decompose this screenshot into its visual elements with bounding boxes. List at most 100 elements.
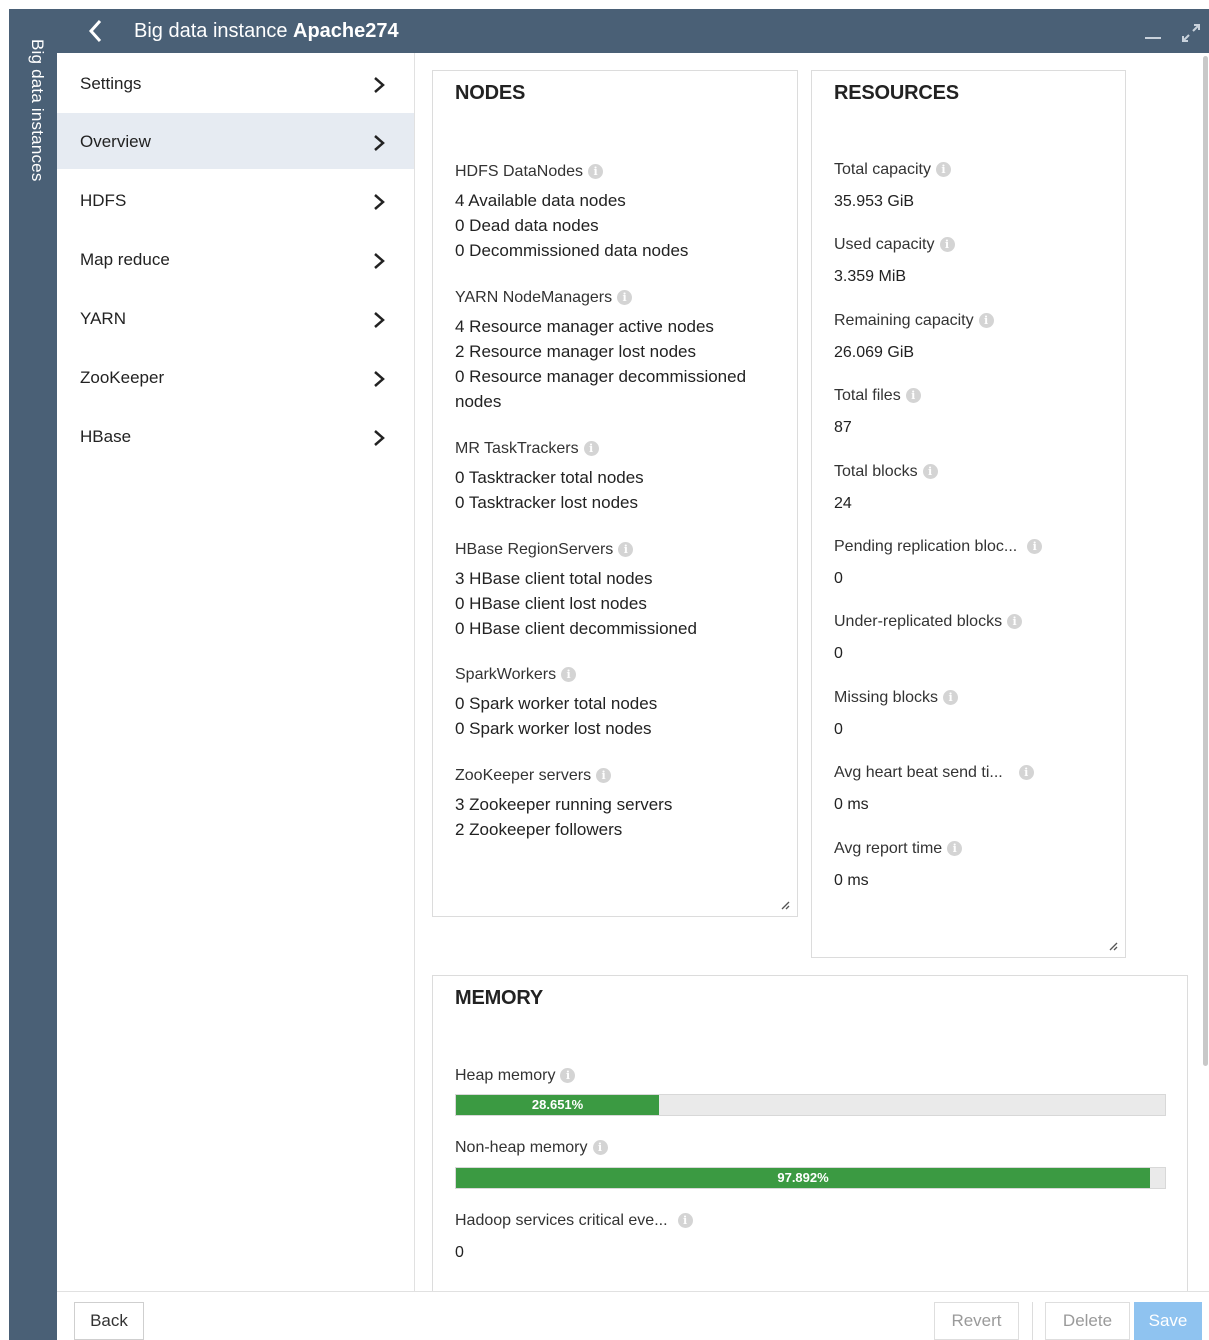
window-header: Big data instance Apache274 <box>57 9 1209 53</box>
content-scrollbar[interactable] <box>1203 56 1208 1066</box>
critical-events-label-text: Hadoop services critical eve... <box>455 1212 668 1229</box>
info-icon[interactable]: i <box>560 1068 576 1084</box>
nav-item-hbase[interactable]: HBase <box>57 408 414 464</box>
window-title-prefix: Big data instance <box>134 20 288 42</box>
info-icon[interactable]: i <box>561 667 577 683</box>
resource-label: Under-replicated blocks i <box>834 613 1023 631</box>
resize-grip-icon[interactable] <box>780 900 790 910</box>
nav-item-overview[interactable]: Overview <box>57 113 414 169</box>
resource-label: Total blocks i <box>834 463 938 481</box>
nonheap-memory-label: Non-heap memory i <box>455 1139 608 1157</box>
info-icon[interactable]: i <box>677 1213 693 1229</box>
chevron-right-icon <box>374 77 385 93</box>
nav-item-map-reduce[interactable]: Map reduce <box>57 231 414 287</box>
section-label-text: MR TaskTrackers <box>455 440 579 457</box>
node-stat: 3 HBase client total nodes <box>455 569 653 588</box>
info-icon[interactable]: i <box>617 290 633 306</box>
zookeeper-servers-label: ZooKeeper servers i <box>455 767 612 785</box>
resource-value: 0 <box>834 570 843 587</box>
node-stat: 0 HBase client lost nodes <box>455 594 647 613</box>
resource-value: 35.953 GiB <box>834 193 915 210</box>
nav-item-yarn[interactable]: YARN <box>57 290 414 346</box>
resource-label-text: Avg heart beat send ti... <box>834 764 1003 781</box>
info-icon[interactable]: i <box>978 313 994 329</box>
section-label-text: YARN NodeManagers <box>455 289 613 306</box>
node-stat: 4 Available data nodes <box>455 191 626 210</box>
resource-label-text: Total files <box>834 387 901 404</box>
node-stat: 0 Resource manager decommissioned nodes <box>455 367 747 411</box>
mr-tasktrackers-label: MR TaskTrackers i <box>455 440 599 458</box>
memory-title: MEMORY <box>455 987 544 1009</box>
info-icon[interactable]: i <box>905 388 921 404</box>
info-icon[interactable]: i <box>1018 765 1034 781</box>
resource-label-text: Under-replicated blocks <box>834 613 1003 630</box>
minimize-icon[interactable] <box>1145 37 1161 39</box>
nav-item-zookeeper[interactable]: ZooKeeper <box>57 349 414 405</box>
resource-label-text: Total blocks <box>834 463 918 480</box>
resource-label: Used capacity i <box>834 236 955 254</box>
node-stat: 3 Zookeeper running servers <box>455 795 673 814</box>
node-stat: 0 Decommissioned data nodes <box>455 241 689 260</box>
resource-label-text: Missing blocks <box>834 689 939 706</box>
heap-memory-label-text: Heap memory <box>455 1067 556 1084</box>
resource-label-text: Total capacity <box>834 161 931 178</box>
nonheap-memory-label-text: Non-heap memory <box>455 1139 588 1156</box>
resource-label-text: Used capacity <box>834 236 935 253</box>
instance-name: Apache274 <box>293 20 399 42</box>
info-icon[interactable]: i <box>943 690 959 706</box>
maximize-icon[interactable] <box>1179 21 1203 45</box>
info-icon[interactable]: i <box>583 441 599 457</box>
side-rail-label[interactable]: Big data instances <box>27 39 47 182</box>
resource-value: 24 <box>834 495 852 512</box>
resource-label: Avg report time i <box>834 840 963 858</box>
info-icon[interactable]: i <box>588 164 604 180</box>
critical-events-value: 0 <box>455 1244 464 1261</box>
delete-button[interactable]: Delete <box>1045 1302 1130 1340</box>
nav-item-label: ZooKeeper <box>80 368 165 387</box>
nav-item-hdfs[interactable]: HDFS <box>57 172 414 228</box>
resource-label-text: Remaining capacity <box>834 312 974 329</box>
nav-item-settings[interactable]: Settings <box>57 55 414 111</box>
footer-toolbar: Back Revert Delete Save <box>57 1291 1209 1340</box>
info-icon[interactable]: i <box>935 162 951 178</box>
node-stat: 2 Zookeeper followers <box>455 820 623 839</box>
side-rail[interactable]: Big data instances <box>9 9 57 1340</box>
node-stat: 0 Spark worker lost nodes <box>455 719 652 738</box>
resource-label: Total files i <box>834 387 921 405</box>
revert-button[interactable]: Revert <box>934 1302 1019 1340</box>
nav-item-label: Overview <box>80 132 151 151</box>
resource-value: 0 ms <box>834 872 869 889</box>
node-stat: 0 Tasktracker total nodes <box>455 468 644 487</box>
info-icon[interactable]: i <box>939 237 955 253</box>
info-icon[interactable]: i <box>1027 539 1043 555</box>
overview-content[interactable]: NODES HDFS DataNodes i 4 Available data n… <box>415 53 1209 1291</box>
info-icon[interactable]: i <box>1007 614 1023 630</box>
chevron-left-icon[interactable] <box>85 18 107 44</box>
nav-item-label: HBase <box>80 427 132 446</box>
back-button[interactable]: Back <box>74 1302 144 1340</box>
section-label-text: HDFS DataNodes <box>455 163 584 180</box>
save-button[interactable]: Save <box>1134 1302 1202 1340</box>
info-icon[interactable]: i <box>596 768 612 784</box>
sparkworkers-label: SparkWorkers i <box>455 666 577 684</box>
hbase-regionservers-label: HBase RegionServers i <box>455 541 634 559</box>
info-icon[interactable]: i <box>618 542 634 558</box>
resource-label: Missing blocks i <box>834 689 959 707</box>
hdfs-datanodes-label: HDFS DataNodes i <box>455 163 604 181</box>
nav-item-label: Map reduce <box>80 250 170 269</box>
info-icon[interactable]: i <box>922 464 938 480</box>
node-stat: 0 Spark worker total nodes <box>455 694 658 713</box>
section-label-text: HBase RegionServers <box>455 541 614 558</box>
resize-grip-icon[interactable] <box>1108 941 1118 951</box>
window-title: Big data instance Apache274 <box>134 20 399 43</box>
toolbar-divider <box>1032 1302 1033 1340</box>
resource-label: Pending replication bloc... i <box>834 538 1043 556</box>
node-stat: 0 HBase client decommissioned <box>455 619 697 638</box>
chevron-right-icon <box>374 312 385 328</box>
info-icon[interactable]: i <box>947 841 963 857</box>
info-icon[interactable]: i <box>592 1140 608 1156</box>
resource-value: 0 <box>834 645 843 662</box>
resource-value: 26.069 GiB <box>834 344 915 361</box>
yarn-nodemanagers-label: YARN NodeManagers i <box>455 289 633 307</box>
resource-value: 0 ms <box>834 796 869 813</box>
